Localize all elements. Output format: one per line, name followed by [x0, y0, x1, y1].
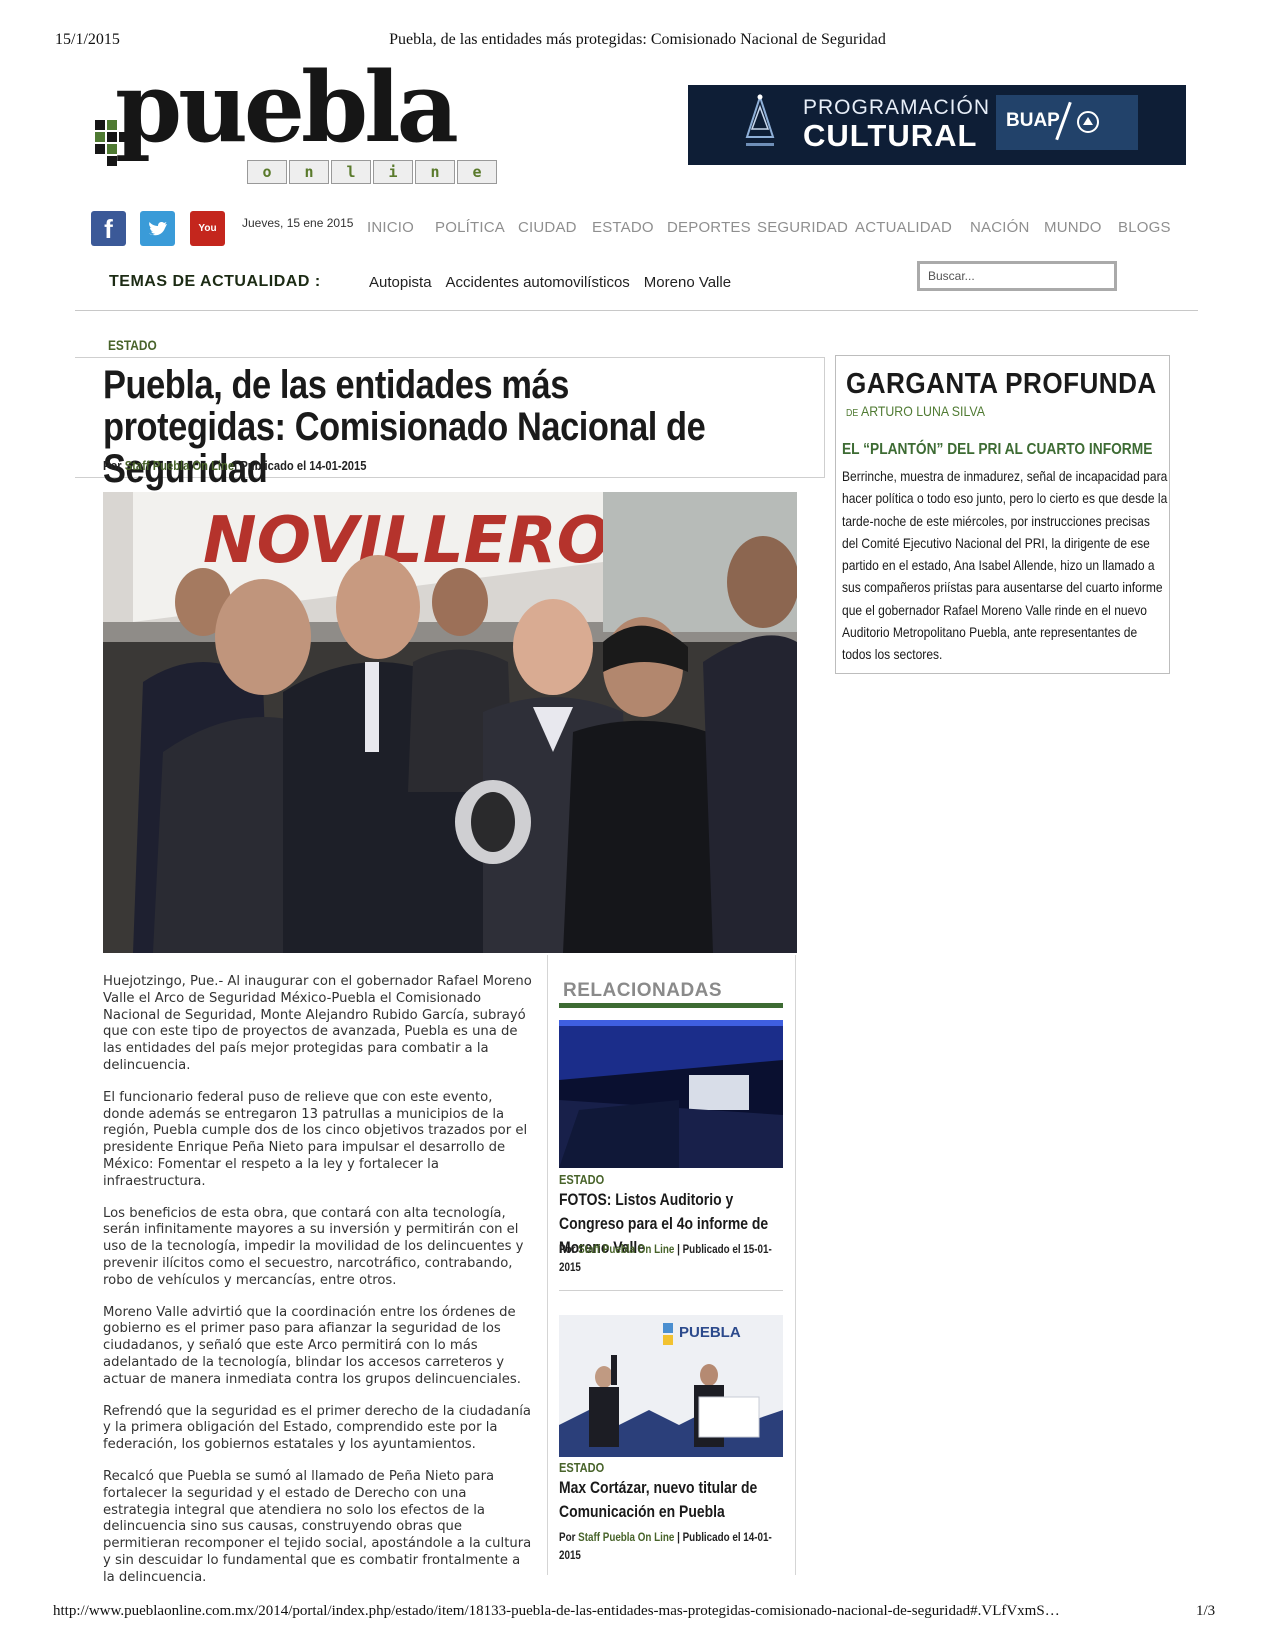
column-author-prefix: DE [846, 408, 859, 419]
logo-wordmark: puebla [115, 51, 459, 164]
article-paragraph: Refrendó que la seguridad es el primer d… [103, 1403, 532, 1453]
article-photo-illustration: NOVILLERO [103, 492, 797, 953]
youtube-icon[interactable]: You Tube [190, 211, 225, 269]
buap-emblem-icon [1077, 111, 1099, 133]
article-paragraph: El funcionario federal puso de relieve q… [103, 1089, 528, 1189]
related-section-label[interactable]: ESTADO [559, 1460, 604, 1475]
facebook-icon[interactable]: f [91, 211, 126, 246]
site-logo[interactable]: puebla o n l i n e [95, 60, 497, 193]
related-title-bar [559, 1003, 783, 1008]
buap-badge: BUAP [996, 95, 1138, 150]
press-event-photo: PUEBLA [559, 1315, 783, 1457]
current-date: Jueves, 15 ene 2015 [242, 216, 354, 230]
nav-item-politica[interactable]: POLÍTICA [435, 219, 518, 236]
article-body: Huejotzingo, Pue.- Al inaugurar con el g… [103, 974, 533, 1602]
byline-date: | Publicado el 14-01-2015 [234, 458, 367, 473]
related-image[interactable]: PUEBLA [559, 1315, 783, 1457]
nav-item-ciudad[interactable]: CIUDAD [518, 219, 592, 236]
related-byline: Por Staff Puebla On Line | Publicado el … [559, 1240, 772, 1276]
main-nav: INICIO POLÍTICA CIUDAD ESTADO DEPORTES S… [367, 219, 1171, 236]
print-page-number: 1/3 [1196, 1603, 1216, 1619]
related-section-label[interactable]: ESTADO [559, 1172, 604, 1187]
nav-item-seguridad[interactable]: SEGURIDAD [757, 219, 855, 236]
article-paragraph: Los beneficios de esta obra, que contará… [103, 1205, 524, 1288]
article-paragraph: Recalcó que Puebla se sumó al llamado de… [103, 1468, 532, 1585]
byline-author[interactable]: Staff Puebla On Line [125, 458, 234, 473]
ad-banner[interactable]: PROGRAMACIÓN CULTURAL BUAP [688, 85, 1186, 165]
nav-item-blogs[interactable]: BLOGS [1118, 219, 1171, 236]
temas-label: TEMAS DE ACTUALIDAD : [109, 273, 321, 290]
article-byline: Por Staff Puebla On Line| Publicado el 1… [103, 458, 366, 473]
nav-item-nacion[interactable]: NACIÓN [970, 219, 1044, 236]
article-photo: NOVILLERO [103, 492, 797, 953]
related-divider [559, 1290, 783, 1291]
column-headline[interactable]: EL “PLANTÓN” DEL PRI AL CUARTO INFORME [842, 441, 1152, 459]
article-section-label[interactable]: ESTADO [108, 337, 157, 353]
byline-prefix: Por [559, 1242, 576, 1256]
logo-tile: n [415, 160, 455, 184]
banner-line2: CULTURAL [803, 118, 978, 153]
search-input[interactable]: Buscar... [917, 261, 1117, 291]
logo-tile: o [247, 160, 287, 184]
nav-item-actualidad[interactable]: ACTUALIDAD [855, 219, 970, 236]
column-title[interactable]: GARGANTA PROFUNDA [846, 368, 1157, 401]
nav-item-estado[interactable]: ESTADO [592, 219, 667, 236]
logo-tile: i [373, 160, 413, 184]
column-author-name[interactable]: ARTURO LUNA SILVA [861, 403, 985, 419]
tema-link[interactable]: Moreno Valle [644, 274, 731, 291]
article-paragraph: Huejotzingo, Pue.- Al inaugurar con el g… [103, 974, 532, 1073]
logo-tile: l [331, 160, 371, 184]
nav-item-mundo[interactable]: MUNDO [1044, 219, 1118, 236]
byline-author[interactable]: Staff Puebla On Line [578, 1242, 674, 1256]
related-title: RELACIONADAS [563, 980, 723, 1001]
related-byline: Por Staff Puebla On Line | Publicado el … [559, 1528, 772, 1564]
twitter-bird-icon [149, 222, 167, 236]
twitter-icon[interactable] [140, 211, 175, 246]
byline-prefix: Por [103, 458, 122, 473]
print-page-title: Puebla, de las entidades más protegidas:… [389, 31, 886, 48]
nav-item-inicio[interactable]: INICIO [367, 219, 435, 236]
logo-tile: n [289, 160, 329, 184]
byline-author[interactable]: Staff Puebla On Line [578, 1530, 674, 1544]
related-image-sign: PUEBLA [679, 1324, 741, 1341]
tema-link[interactable]: Autopista [369, 274, 432, 291]
logo-online-tiles: o n l i n e [247, 160, 497, 184]
photo-sign-text: NOVILLERO [203, 504, 611, 578]
buap-label: BUAP [1006, 110, 1060, 131]
column-excerpt: Berrinche, muestra de inmadurez, señal d… [842, 468, 1168, 663]
header-divider [75, 310, 1198, 311]
print-url: http://www.pueblaonline.com.mx/2014/port… [53, 1603, 1060, 1619]
nav-item-deportes[interactable]: DEPORTES [667, 219, 757, 236]
christmas-tree-icon [745, 93, 775, 146]
byline-prefix: Por [559, 1530, 576, 1544]
related-image[interactable] [559, 1020, 783, 1168]
temas-links: Autopista Accidentes automovilísticos Mo… [369, 274, 731, 291]
tema-link[interactable]: Accidentes automovilísticos [446, 274, 630, 291]
column-author: DE ARTURO LUNA SILVA [846, 403, 985, 419]
logo-tile: e [457, 160, 497, 184]
article-paragraph: Moreno Valle advirtió que la coordinació… [103, 1304, 521, 1387]
banner-line1: PROGRAMACIÓN [803, 96, 991, 119]
auditorium-photo [559, 1020, 783, 1168]
related-headline[interactable]: Max Cortázar, nuevo titular de Comunicac… [559, 1476, 772, 1524]
